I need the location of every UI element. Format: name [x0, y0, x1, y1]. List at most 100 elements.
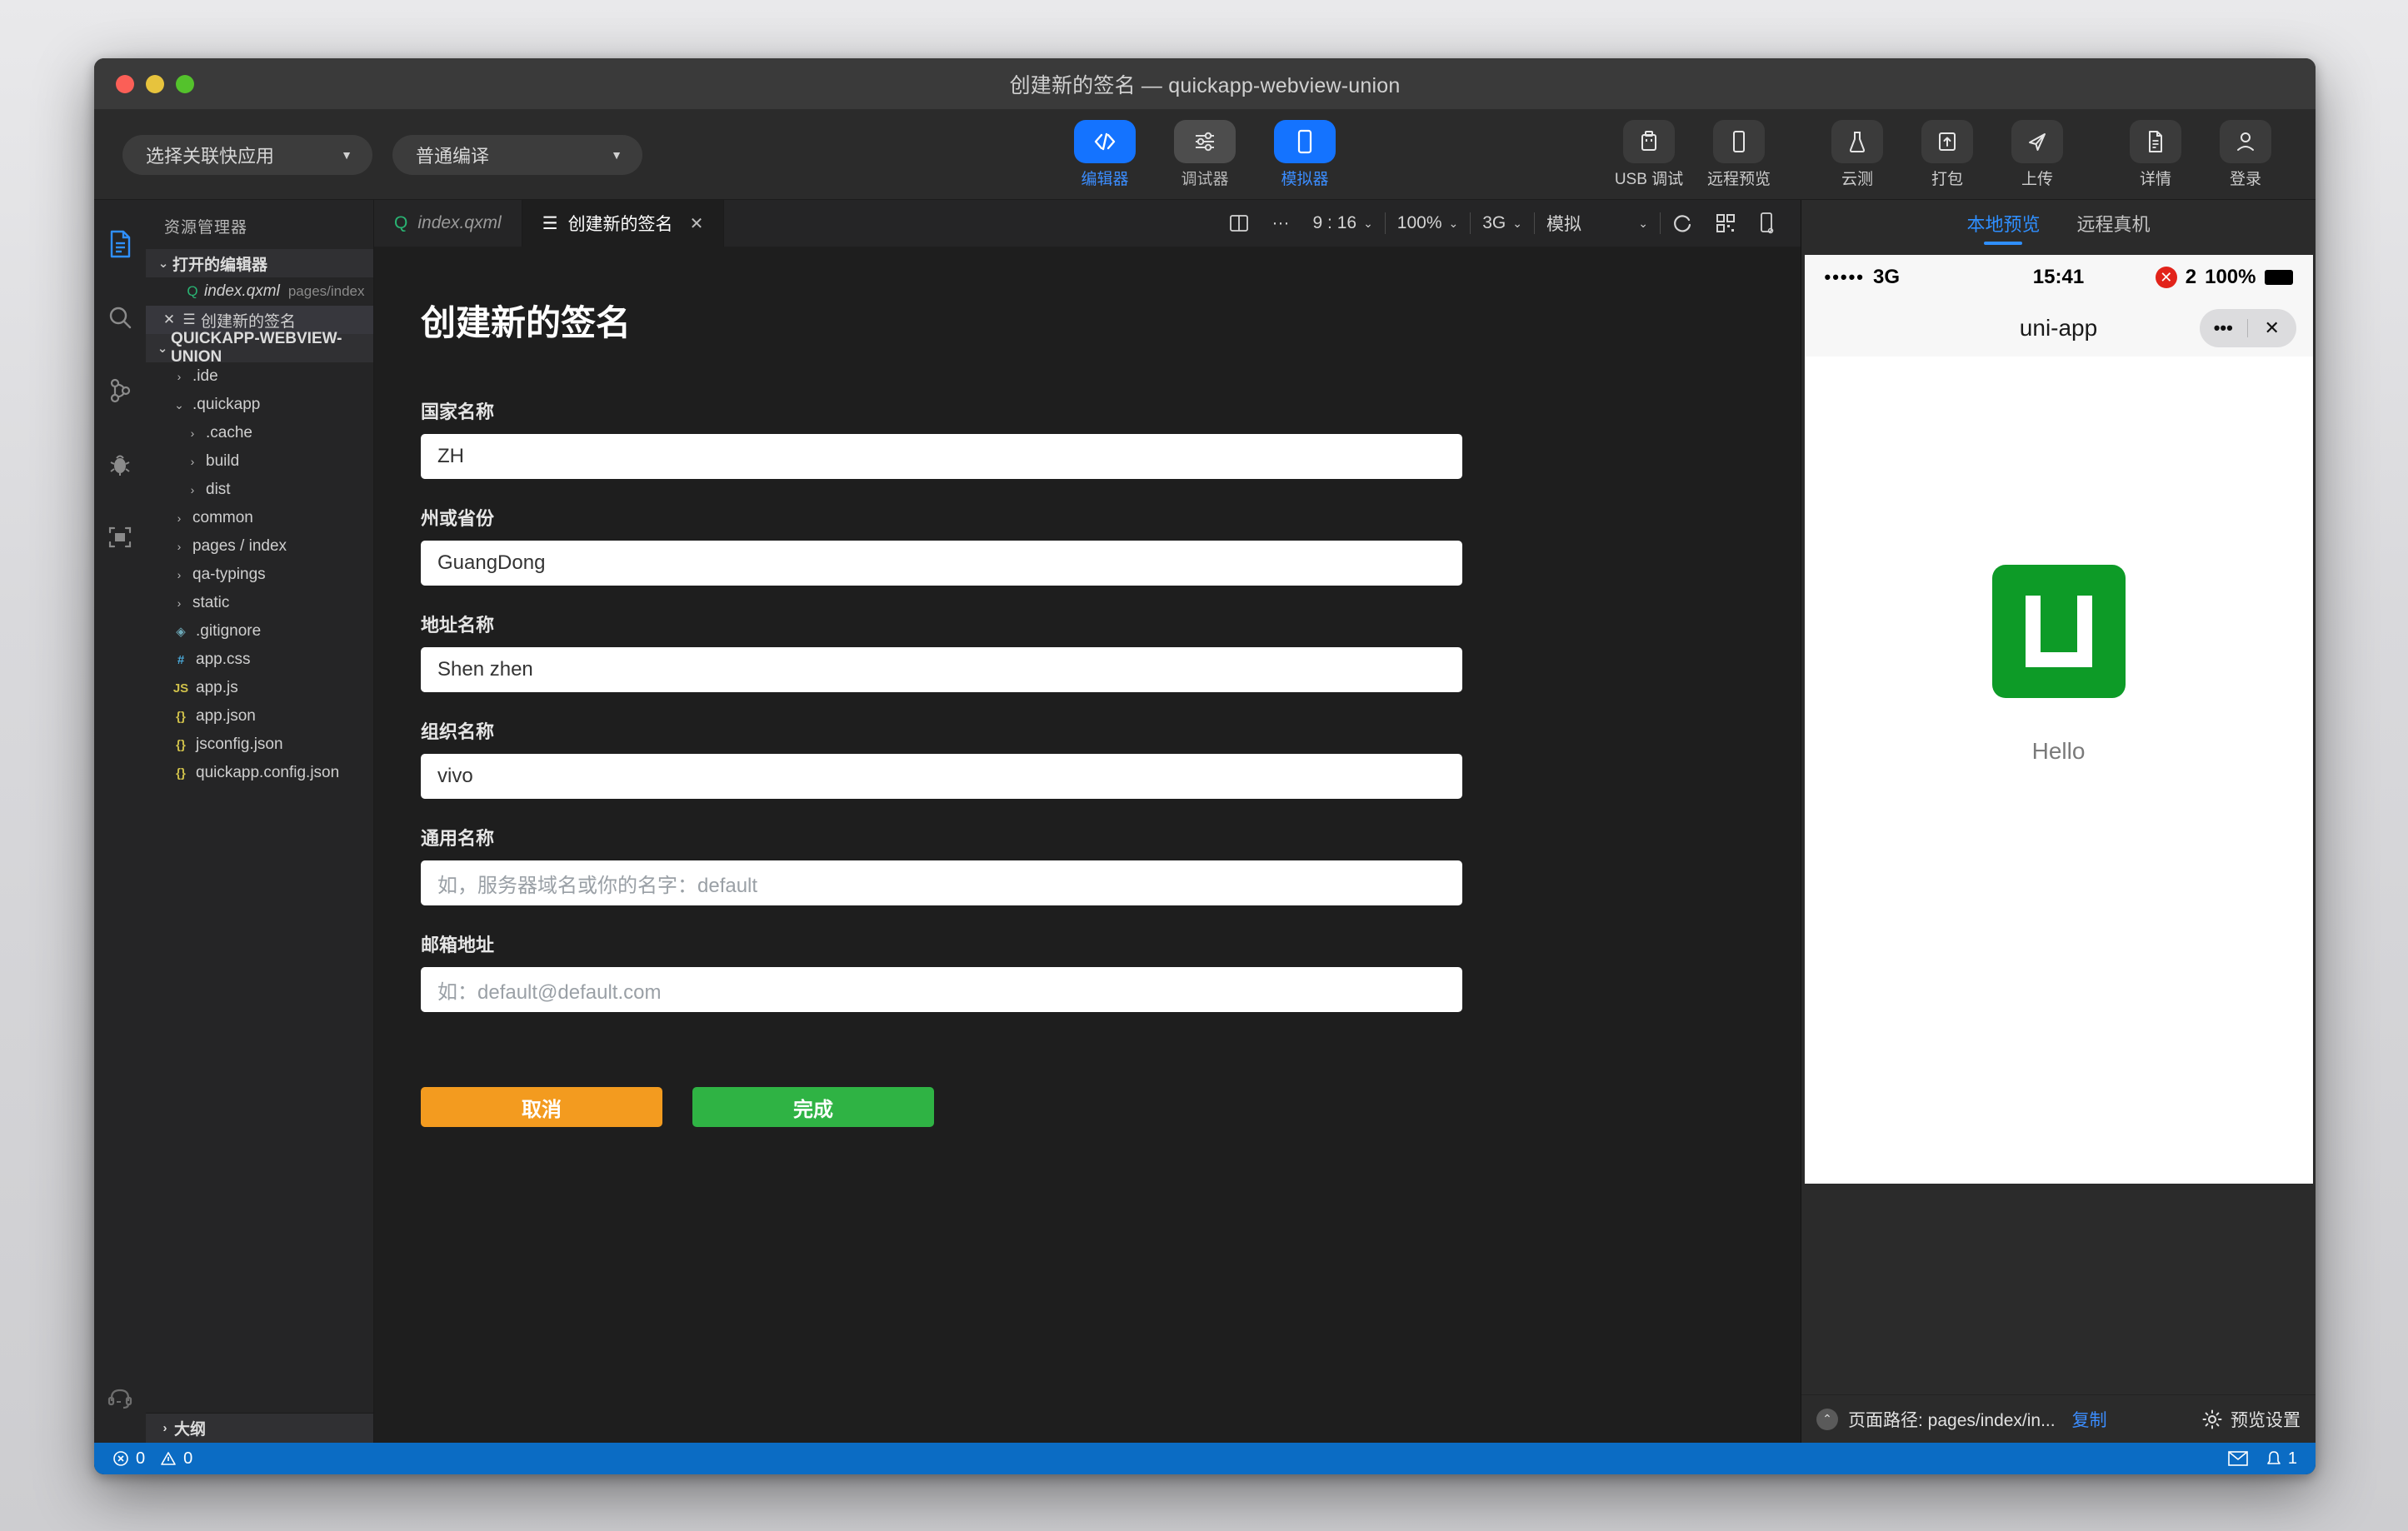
tree-folder[interactable]: › .cache [146, 419, 373, 447]
mode-simulator[interactable]: 模拟器 [1266, 120, 1343, 189]
tree-item-label: static [192, 594, 230, 611]
select-compile-mode[interactable]: 普通编译 ▼ [392, 134, 642, 175]
app-hello-label: Hello [2031, 738, 2086, 764]
open-editors-section-header[interactable]: ⌄ 打开的编辑器 [146, 249, 373, 277]
mail-icon[interactable] [2228, 1451, 2248, 1466]
chevron-down-icon: ⌄ [157, 342, 168, 356]
tree-folder[interactable]: › qa-typings [146, 561, 373, 589]
input-state-province[interactable]: GuangDong [421, 541, 1462, 586]
input-organization[interactable]: vivo [421, 754, 1462, 799]
tree-file[interactable]: {} app.json [146, 702, 373, 731]
editor-area: Q index.qxml ☰ 创建新的签名 ✕ ··· 9 : 16 ⌄ 100… [374, 200, 1801, 1443]
debug-icon[interactable] [94, 438, 146, 490]
open-editors-label: 打开的编辑器 [172, 256, 268, 274]
list-icon: ☰ [182, 312, 196, 327]
tab-remote-device[interactable]: 远程真机 [2077, 210, 2151, 245]
tree-file[interactable]: {} jsconfig.json [146, 731, 373, 759]
tree-file[interactable]: JS app.js [146, 674, 373, 702]
chevron-down-icon: ▼ [611, 147, 622, 162]
outline-section-header[interactable]: › 大纲 [146, 1413, 373, 1443]
explorer-icon[interactable] [94, 218, 146, 270]
tree-folder[interactable]: ⌄ .quickapp [146, 391, 373, 419]
input-common-name[interactable]: 如，服务器域名或你的名字：default [421, 860, 1462, 905]
action-package[interactable]: 打包 [1902, 120, 1992, 189]
close-icon[interactable]: ✕ [690, 213, 704, 234]
action-upload[interactable]: 上传 [1992, 120, 2082, 189]
copy-path-button[interactable]: 复制 [2072, 1407, 2107, 1432]
chevron-right-icon: › [177, 511, 182, 525]
tree-file[interactable]: ◈ .gitignore [146, 617, 373, 646]
minimize-window-button[interactable] [146, 74, 164, 93]
logo-u-shape [2025, 596, 2092, 667]
refresh-icon[interactable] [1661, 213, 1704, 233]
preview-settings-button[interactable]: 预览设置 [2202, 1407, 2301, 1432]
source-control-icon[interactable] [94, 365, 146, 416]
tree-folder[interactable]: › common [146, 504, 373, 532]
select-linked-quickapp[interactable]: 选择关联快应用 ▼ [122, 134, 372, 175]
chevron-right-icon: › [177, 540, 182, 553]
input-country-name[interactable]: ZH [421, 434, 1462, 479]
cancel-button[interactable]: 取消 [421, 1087, 662, 1127]
main-toolbar: 选择关联快应用 ▼ 普通编译 ▼ 编辑器 调试器 模拟器 USB 调试 远程预览… [94, 110, 2316, 200]
action-remote-preview[interactable]: 远程预览 [1694, 120, 1784, 189]
open-editor-index-qxml[interactable]: Q index.qxml pages/index [146, 277, 373, 306]
mode-editor[interactable]: 编辑器 [1067, 120, 1143, 189]
tree-file[interactable]: {} quickapp.config.json [146, 759, 373, 787]
close-window-button[interactable] [116, 74, 134, 93]
input-locality[interactable]: Shen zhen [421, 647, 1462, 692]
status-problems[interactable]: 0 0 [112, 1449, 192, 1469]
error-count: 0 [136, 1449, 146, 1468]
tree-item-label: .cache [206, 424, 252, 441]
network-select[interactable]: 3G ⌄ [1471, 213, 1534, 233]
form-field-organization: 组织名称 vivo [421, 717, 1801, 799]
action-login[interactable]: 登录 [2201, 120, 2291, 189]
tree-folder[interactable]: › pages / index [146, 532, 373, 561]
phone-capsule-buttons[interactable]: ••• ✕ [2199, 309, 2296, 347]
form-field-country-name: 国家名称 ZH [421, 397, 1801, 479]
action-usb-debug[interactable]: USB 调试 [1604, 120, 1694, 189]
search-icon[interactable] [94, 292, 146, 343]
close-icon[interactable]: ✕ [2248, 317, 2296, 339]
action-details[interactable]: 详情 [2111, 120, 2201, 189]
input-email-address[interactable]: 如：default@default.com [421, 967, 1462, 1012]
aspect-ratio-select[interactable]: 9 : 16 ⌄ [1301, 213, 1385, 233]
confirm-button[interactable]: 完成 [692, 1087, 934, 1127]
split-editor-icon[interactable] [1217, 214, 1261, 232]
form-actions: 取消 完成 [421, 1087, 1801, 1127]
window-controls[interactable] [94, 74, 194, 93]
chevron-down-icon: ⌄ [174, 397, 184, 411]
css-icon: # [177, 652, 185, 667]
more-dots-icon[interactable]: ••• [2200, 317, 2248, 339]
action-cloud-test-label: 云测 [1841, 171, 1873, 188]
maximize-window-button[interactable] [176, 74, 194, 93]
support-headset-icon[interactable] [94, 1373, 146, 1424]
tree-folder[interactable]: › dist [146, 476, 373, 504]
tree-item-label: build [206, 452, 240, 470]
phone-icon [1274, 120, 1336, 163]
tab-local-preview[interactable]: 本地预览 [1966, 210, 2040, 245]
tree-folder[interactable]: › build [146, 447, 373, 476]
device-icon[interactable] [1747, 212, 1786, 234]
close-icon[interactable]: ✕ [159, 312, 179, 328]
zoom-select[interactable]: 100% ⌄ [1386, 213, 1470, 233]
tree-item-label: app.json [196, 707, 256, 725]
project-section-header[interactable]: ⌄ QUICKAPP-WEBVIEW-UNION [146, 330, 373, 366]
mode-debugger[interactable]: 调试器 [1167, 120, 1243, 189]
notification-bell[interactable]: 1 [2266, 1449, 2297, 1469]
extensions-icon[interactable] [94, 511, 146, 563]
tree-file[interactable]: # app.css [146, 646, 373, 674]
tree-folder[interactable]: › static [146, 589, 373, 617]
chevron-down-icon: ⌄ [1448, 216, 1459, 230]
tab-create-signature[interactable]: ☰ 创建新的签名 ✕ [522, 200, 725, 247]
qrcode-icon[interactable] [1704, 213, 1747, 233]
tree-folder[interactable]: › .ide [146, 362, 373, 391]
phone-nav-bar: uni-app ••• ✕ [1804, 300, 2313, 357]
action-cloud-test[interactable]: 云测 [1812, 120, 1902, 189]
bell-icon [2266, 1450, 2281, 1467]
simulate-mode-select[interactable]: 模拟 ⌄ [1535, 211, 1660, 236]
phone-time: 15:41 [2032, 266, 2085, 288]
more-icon[interactable]: ··· [1261, 213, 1301, 233]
tab-index-qxml[interactable]: Q index.qxml [374, 200, 522, 247]
collapse-icon[interactable]: ⌃ [1816, 1408, 1838, 1430]
tree-item-label: app.js [196, 679, 238, 696]
